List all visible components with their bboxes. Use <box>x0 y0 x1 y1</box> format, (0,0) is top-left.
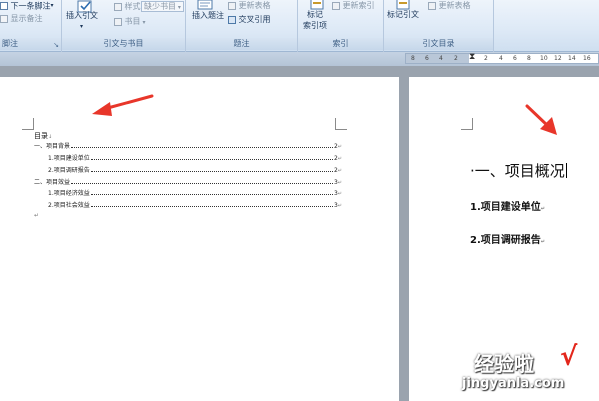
heading-research-report[interactable]: 2.项目调研报告↵ <box>470 231 545 246</box>
text-cursor <box>565 163 567 178</box>
ruler-tick: 14 <box>568 55 576 62</box>
paragraph-mark: ↵ <box>540 206 545 212</box>
toc-entry[interactable]: 二、项目效益 3 ↵ <box>34 178 342 188</box>
toc-leader <box>90 206 333 207</box>
checkmark-icon: √ <box>560 342 578 372</box>
watermark-url: jingyanla.com <box>462 376 565 391</box>
table-of-authorities-group-label: 引文目录 <box>384 38 493 50</box>
toc-leader <box>71 147 333 148</box>
bibliography-icon <box>114 17 122 26</box>
dropdown-arrow-icon: ▾ <box>140 19 146 26</box>
paragraph-mark: ↵ <box>337 203 342 209</box>
ruler-tick: 8 <box>527 55 531 62</box>
paragraph-mark: ↓ <box>48 134 53 140</box>
citations-group: 插入引文 ▾ 样式: 缺少书目 ▾ 书目 ▾ 引文与书目 <box>62 0 186 52</box>
next-footnote-icon <box>0 2 8 10</box>
ruler-left-margin <box>406 54 469 63</box>
ruler-tick: 16 <box>583 55 591 62</box>
next-footnote-button[interactable]: 下一条脚注▾ <box>0 1 54 12</box>
footnotes-group-label: 脚注 <box>0 38 61 50</box>
red-arrow-icon <box>525 104 557 135</box>
update-table-of-authorities-button[interactable]: 更新表格 <box>428 1 471 11</box>
toc-entry-text: 2.项目社会效益 <box>48 202 90 209</box>
dialog-launcher-icon[interactable]: ↘ <box>53 41 59 49</box>
ruler-tick: 10 <box>540 55 548 62</box>
margin-corner-mark <box>335 118 347 130</box>
page-gap <box>399 66 409 401</box>
ruler-tick: 2 <box>484 55 488 62</box>
table-of-authorities-group: 标记引文 更新表格 引文目录 <box>384 0 494 52</box>
bibliography-button[interactable]: 书目 ▾ <box>114 17 145 28</box>
captions-group: 插入题注 更新表格 交叉引用 题注 <box>186 0 298 52</box>
insert-citation-dropdown[interactable]: ▾ <box>80 22 83 32</box>
heading-construction-unit[interactable]: 1.项目建设单位↵ <box>470 198 545 213</box>
cross-reference-icon <box>228 15 236 24</box>
toc-entry[interactable]: 2.项目调研报告 2 ↵ <box>48 166 342 176</box>
toc-leader <box>71 183 333 184</box>
margin-corner-mark <box>461 118 473 130</box>
paragraph-mark: ↵ <box>337 168 342 174</box>
captions-group-label: 题注 <box>186 38 297 50</box>
cross-reference-button[interactable]: 交叉引用 <box>228 15 271 25</box>
red-arrow-icon <box>92 94 154 116</box>
paragraph-mark: ↵ <box>337 180 342 186</box>
paragraph-mark: ↵ <box>540 239 545 245</box>
toc-leader <box>90 171 333 172</box>
horizontal-ruler[interactable]: 8 6 4 2 ⧗ 2 4 6 8 10 12 14 16 <box>405 53 599 64</box>
paragraph-mark: ↵ <box>34 212 40 219</box>
ruler-tick: 2 <box>454 55 458 62</box>
ribbon: 下一条脚注▾ 显示备注 脚注 ↘ 插入引文 ▾ 样式: 缺少书目 ▾ 书目 ▾ … <box>0 0 599 52</box>
dropdown-arrow-icon: ▾ <box>176 4 181 11</box>
dropdown-arrow-icon: ▾ <box>50 2 54 9</box>
toc-entry-text: 二、项目效益 <box>34 179 71 186</box>
mark-entry-button-line2[interactable]: 索引项 <box>303 21 327 31</box>
insert-citation-button[interactable]: 插入引文 <box>66 11 98 21</box>
toc-entry-text: 1.项目经济效益 <box>48 190 90 197</box>
index-group-label: 索引 <box>298 38 383 50</box>
toc-leader <box>90 194 333 195</box>
watermark-logo: 经验啦 √ jingyanla.com <box>452 342 598 400</box>
update-table-icon <box>228 1 236 10</box>
toc-entry[interactable]: 1.项目建设单位 2 ↵ <box>48 154 342 164</box>
update-index-button[interactable]: 更新索引 <box>332 1 375 11</box>
paragraph-mark: ↵ <box>337 156 342 162</box>
ruler-tick: 12 <box>554 55 562 62</box>
citations-group-label: 引文与书目 <box>62 38 185 50</box>
toc-entry-text: 2.项目调研报告 <box>48 167 90 174</box>
ruler-tick: 8 <box>411 55 415 62</box>
ruler-tick: 6 <box>513 55 517 62</box>
show-notes-icon <box>0 14 8 23</box>
citation-style-select[interactable]: 缺少书目 ▾ <box>141 1 184 12</box>
toc-entry-text: 一、项目背景 <box>34 143 71 150</box>
insert-caption-button[interactable]: 插入题注 <box>192 11 224 21</box>
ruler-tick: 4 <box>439 55 443 62</box>
show-notes-button[interactable]: 显示备注 <box>0 14 43 24</box>
ruler-strip: 8 6 4 2 ⧗ 2 4 6 8 10 12 14 16 <box>0 52 599 66</box>
toc-entry[interactable]: 2.项目社会效益 3 ↵ <box>48 201 342 211</box>
ruler-tick: 6 <box>425 55 429 62</box>
paragraph-mark: ↵ <box>337 144 342 150</box>
watermark-text: 经验啦 <box>474 352 534 376</box>
toc-title: 目录↓ <box>34 132 53 140</box>
style-icon <box>114 2 122 11</box>
citation-style-label: 样式: <box>114 2 143 12</box>
update-index-icon <box>332 1 340 10</box>
toc-entry[interactable]: 1.项目经济效益 3 ↵ <box>48 189 342 199</box>
toc-entry-text: 1.项目建设单位 <box>48 155 90 162</box>
mark-entry-button[interactable]: 标记 <box>307 10 323 20</box>
ruler-tick: 4 <box>499 55 503 62</box>
indent-marker-icon[interactable]: ⧗ <box>469 53 475 62</box>
margin-corner-mark <box>22 118 34 130</box>
update-table-button[interactable]: 更新表格 <box>228 1 271 11</box>
paragraph-mark: ↵ <box>337 191 342 197</box>
mark-citation-button[interactable]: 标记引文 <box>387 10 419 20</box>
index-group: 标记 索引项 更新索引 索引 <box>298 0 384 52</box>
heading-project-overview[interactable]: ·一、项目概况 <box>470 160 567 181</box>
footnotes-group: 下一条脚注▾ 显示备注 脚注 ↘ <box>0 0 62 52</box>
update-table-icon <box>428 1 436 10</box>
toc-leader <box>90 159 333 160</box>
toc-entry[interactable]: 一、项目背景 2 ↵ <box>34 142 342 152</box>
